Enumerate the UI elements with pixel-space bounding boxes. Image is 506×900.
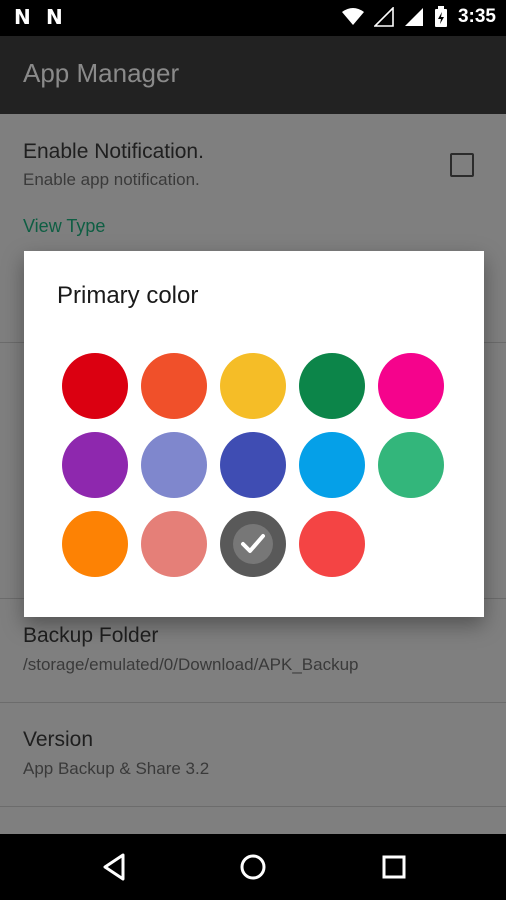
color-swatch[interactable] xyxy=(378,432,444,498)
notification-n-icon: N xyxy=(46,5,63,29)
recents-icon[interactable] xyxy=(378,851,410,883)
signal-empty-icon xyxy=(373,7,394,27)
pref-backup-subtitle: /storage/emulated/0/Download/APK_Backup xyxy=(23,655,359,674)
color-swatch[interactable] xyxy=(141,511,207,577)
color-swatch[interactable] xyxy=(62,511,128,577)
color-swatch[interactable] xyxy=(299,432,365,498)
color-swatch[interactable] xyxy=(299,511,365,577)
color-swatch[interactable] xyxy=(220,432,286,498)
app-title: App Manager xyxy=(23,58,180,88)
pref-notification-title: Enable Notification. xyxy=(23,140,204,163)
back-icon[interactable] xyxy=(99,851,131,883)
pref-version[interactable]: Version App Backup & Share 3.2 xyxy=(0,704,506,804)
battery-icon xyxy=(434,6,447,27)
color-swatch[interactable] xyxy=(141,432,207,498)
home-icon[interactable] xyxy=(237,851,269,883)
notification-n-icon: N xyxy=(14,5,31,29)
status-bar: N N 3:35 xyxy=(0,0,506,36)
primary-color-dialog: Primary color xyxy=(24,251,484,617)
color-swatch[interactable] xyxy=(62,353,128,419)
dialog-title: Primary color xyxy=(57,282,199,309)
pref-version-subtitle: App Backup & Share 3.2 xyxy=(23,759,210,778)
color-swatch[interactable] xyxy=(378,353,444,419)
signal-icon xyxy=(404,8,423,26)
divider xyxy=(0,702,506,703)
color-swatch[interactable] xyxy=(141,353,207,419)
pref-backup-title: Backup Folder xyxy=(23,624,159,647)
category-view-type: View Type xyxy=(23,216,106,236)
color-swatch[interactable] xyxy=(299,353,365,419)
color-swatch-selected[interactable] xyxy=(220,511,286,577)
pref-notification-subtitle: Enable app notification. xyxy=(23,170,200,189)
divider xyxy=(0,806,506,807)
navigation-bar xyxy=(0,834,506,900)
app-bar: App Manager xyxy=(0,36,506,114)
wifi-icon xyxy=(341,8,364,25)
color-swatch[interactable] xyxy=(220,353,286,419)
checkmark-icon xyxy=(241,534,265,553)
status-time: 3:35 xyxy=(457,6,496,27)
pref-version-title: Version xyxy=(23,728,94,751)
notification-checkbox[interactable] xyxy=(450,153,474,177)
color-swatch[interactable] xyxy=(62,432,128,498)
pref-notification[interactable]: Enable Notification. Enable app notifica… xyxy=(0,114,506,214)
